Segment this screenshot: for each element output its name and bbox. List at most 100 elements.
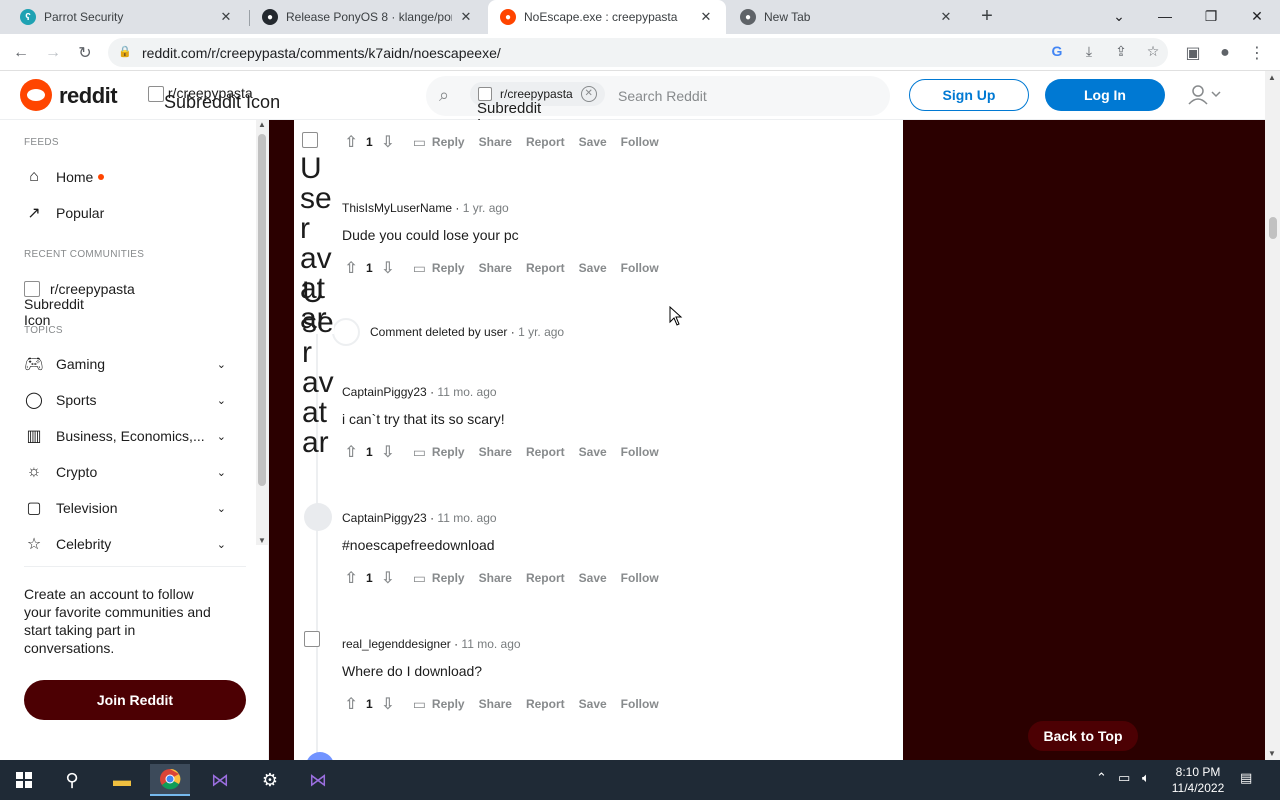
close-tab-icon[interactable]: ✕ <box>218 9 234 25</box>
save-button[interactable]: Save <box>579 261 607 275</box>
tray-chevron-icon[interactable]: ⌃ <box>1096 770 1107 786</box>
follow-button[interactable]: Follow <box>621 135 659 149</box>
reddit-logo-icon[interactable] <box>20 79 52 111</box>
profile-icon[interactable]: ● <box>1214 42 1236 64</box>
topic-sports[interactable]: ◯ Sports ⌄ <box>24 388 234 412</box>
reply-button[interactable]: ▭ Reply <box>413 696 465 713</box>
google-translate-icon[interactable]: G <box>1048 43 1066 61</box>
sidebar-scrollbar[interactable]: ▲ ▼ <box>256 120 268 545</box>
topic-crypto[interactable]: ☼ Crypto ⌄ <box>24 460 234 484</box>
user-avatar[interactable] <box>304 503 332 531</box>
chevron-down-icon[interactable]: ⌄ <box>217 430 226 443</box>
save-button[interactable]: Save <box>579 135 607 149</box>
bookmark-star-icon[interactable]: ☆ <box>1144 43 1162 61</box>
share-button[interactable]: Share <box>479 697 512 711</box>
reply-button[interactable]: ▭ Reply <box>413 134 465 151</box>
upvote-icon[interactable]: ⇧ <box>340 568 362 588</box>
volume-icon[interactable]: 🔈︎ <box>1142 770 1150 786</box>
sidebar-scroll-thumb[interactable] <box>258 134 266 486</box>
install-icon[interactable]: ⤓ <box>1080 43 1098 61</box>
visual-studio-icon[interactable]: ⋈ <box>298 764 338 796</box>
back-to-top-button[interactable]: Back to Top <box>1028 721 1138 751</box>
lock-icon[interactable]: 🔒 <box>118 45 132 58</box>
comment-time[interactable]: 11 mo. ago <box>461 637 520 651</box>
visual-studio-icon[interactable]: ⋈ <box>200 764 240 796</box>
downvote-icon[interactable]: ⇩ <box>377 568 399 588</box>
report-button[interactable]: Report <box>526 445 565 459</box>
chrome-taskbar-icon[interactable] <box>150 764 190 796</box>
downvote-icon[interactable]: ⇩ <box>377 132 399 152</box>
share-icon[interactable]: ⇪ <box>1112 43 1130 61</box>
report-button[interactable]: Report <box>526 261 565 275</box>
new-tab-plus-icon[interactable]: + <box>976 6 998 28</box>
sidebar-item-popular[interactable]: ↗ Popular <box>24 201 234 225</box>
tab-noescape-active[interactable]: ● NoEscape.exe : creepypasta ✕ <box>488 0 726 34</box>
comment-time[interactable]: 1 yr. ago <box>463 201 509 215</box>
follow-button[interactable]: Follow <box>621 697 659 711</box>
comment-author[interactable]: real_legenddesigner <box>342 637 451 651</box>
signup-button[interactable]: Sign Up <box>909 79 1029 111</box>
file-explorer-icon[interactable]: ▬ <box>102 764 142 796</box>
tab-search-chevron-icon[interactable]: ⌄ <box>1096 0 1142 32</box>
share-button[interactable]: Share <box>479 261 512 275</box>
upvote-icon[interactable]: ⇧ <box>340 258 362 278</box>
search-input[interactable]: Search Reddit <box>618 88 707 104</box>
save-button[interactable]: Save <box>579 697 607 711</box>
chrome-menu-icon[interactable]: ⋮ <box>1246 42 1268 64</box>
chevron-down-icon[interactable]: ⌄ <box>217 394 226 407</box>
tab-new-tab[interactable]: ● New Tab ✕ <box>728 0 966 34</box>
comment-author[interactable]: CaptainPiggy23 <box>342 511 427 525</box>
topic-business[interactable]: ▥ Business, Economics,... ⌄ <box>24 424 234 448</box>
page-scrollbar[interactable]: ▲ ▼ <box>1265 71 1280 760</box>
topic-television[interactable]: ▢ Television ⌄ <box>24 496 234 520</box>
side-panel-icon[interactable]: ▣ <box>1182 42 1204 64</box>
chevron-down-icon[interactable]: ⌄ <box>217 538 226 551</box>
comment-author[interactable]: CaptainPiggy23 <box>342 385 427 399</box>
save-button[interactable]: Save <box>579 571 607 585</box>
user-menu-icon[interactable] <box>1186 83 1226 107</box>
minimize-icon[interactable]: — <box>1142 0 1188 32</box>
share-button[interactable]: Share <box>479 571 512 585</box>
clear-scope-icon[interactable]: ✕ <box>580 86 597 102</box>
reply-button[interactable]: ▭ Reply <box>413 260 465 277</box>
reload-icon[interactable]: ↻ <box>74 42 96 64</box>
share-button[interactable]: Share <box>479 445 512 459</box>
page-scroll-thumb[interactable] <box>1269 217 1277 239</box>
upvote-icon[interactable]: ⇧ <box>340 132 362 152</box>
share-button[interactable]: Share <box>479 135 512 149</box>
scroll-up-arrow-icon[interactable]: ▲ <box>1268 73 1276 82</box>
report-button[interactable]: Report <box>526 571 565 585</box>
windows-start-icon[interactable] <box>4 764 44 796</box>
close-tab-icon[interactable]: ✕ <box>698 9 714 25</box>
scroll-down-arrow-icon[interactable]: ▼ <box>258 536 266 545</box>
chevron-down-icon[interactable]: ⌄ <box>217 466 226 479</box>
settings-gear-icon[interactable]: ⚙ <box>250 764 290 796</box>
chevron-down-icon[interactable]: ⌄ <box>217 358 226 371</box>
login-button[interactable]: Log In <box>1045 79 1165 111</box>
comment-time[interactable]: 11 mo. ago <box>437 385 496 399</box>
forward-arrow-icon[interactable]: → <box>42 42 64 64</box>
address-bar[interactable]: 🔒 reddit.com/r/creepypasta/comments/k7ai… <box>108 38 1168 67</box>
tab-parrot-security[interactable]: ʕ Parrot Security ✕ <box>8 0 246 34</box>
save-button[interactable]: Save <box>579 445 607 459</box>
report-button[interactable]: Report <box>526 135 565 149</box>
downvote-icon[interactable]: ⇩ <box>377 694 399 714</box>
subreddit-link[interactable]: r/creepypasta Subreddit Icon <box>148 85 280 112</box>
upvote-icon[interactable]: ⇧ <box>340 442 362 462</box>
search-box[interactable]: ⌕ r/creepypasta ✕ Subreddit Icon Search … <box>426 76 890 133</box>
search-icon[interactable]: ⚲ <box>52 764 92 796</box>
follow-button[interactable]: Follow <box>621 261 659 275</box>
network-icon[interactable]: ▭ <box>1118 770 1130 786</box>
downvote-icon[interactable]: ⇩ <box>377 258 399 278</box>
follow-button[interactable]: Follow <box>621 445 659 459</box>
close-window-icon[interactable]: ✕ <box>1234 0 1280 32</box>
topic-celebrity[interactable]: ☆ Celebrity ⌄ <box>24 532 234 556</box>
chevron-down-icon[interactable]: ⌄ <box>217 502 226 515</box>
taskbar-clock[interactable]: 8:10 PM 11/4/2022 <box>1168 764 1228 796</box>
comment-time[interactable]: 11 mo. ago <box>437 511 496 525</box>
follow-button[interactable]: Follow <box>621 571 659 585</box>
report-button[interactable]: Report <box>526 697 565 711</box>
join-reddit-button[interactable]: Join Reddit <box>24 680 246 720</box>
comment-author[interactable]: ThisIsMyLuserName <box>342 201 452 215</box>
downvote-icon[interactable]: ⇩ <box>377 442 399 462</box>
